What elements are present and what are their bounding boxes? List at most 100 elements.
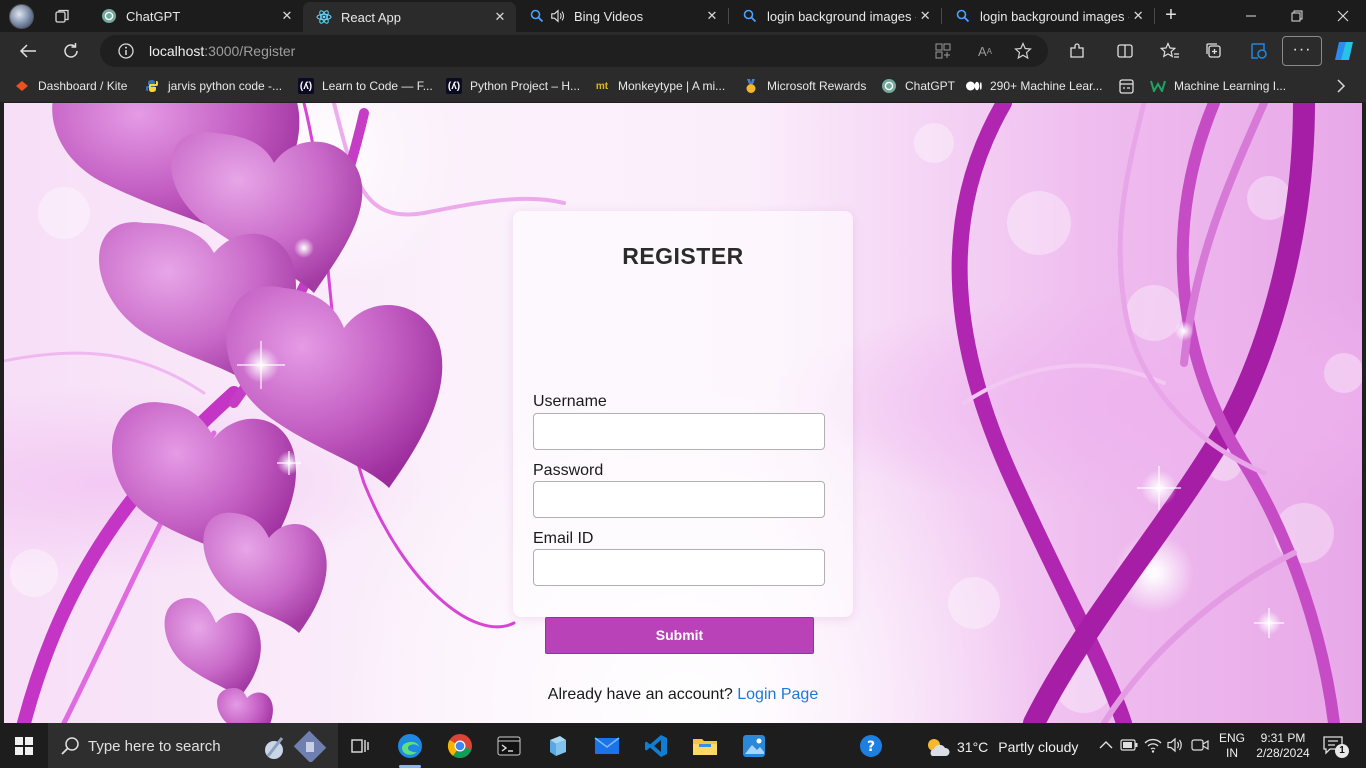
camera-icon — [1191, 739, 1209, 751]
favorite-app[interactable] — [1118, 78, 1142, 94]
page-viewport: REGISTER Username Password Email ID Subm… — [4, 103, 1362, 723]
weather-widget[interactable]: 31°C Partly cloudy — [924, 735, 1078, 759]
chevron-up-icon — [1099, 741, 1113, 749]
restore-button[interactable] — [1274, 0, 1320, 32]
favorite-label: Dashboard / Kite — [38, 79, 128, 93]
kite-icon — [14, 78, 30, 94]
url-text[interactable]: localhost:3000/Register — [149, 43, 295, 59]
close-window-button[interactable] — [1320, 0, 1366, 32]
favorite-machine-learning-i[interactable]: Machine Learning I... — [1150, 78, 1286, 94]
freecodecamp-icon: (ʎ) — [446, 78, 462, 94]
address-bar[interactable]: localhost:3000/Register AA — [100, 35, 1048, 67]
battery-icon — [1120, 739, 1138, 751]
favorite-star-icon[interactable] — [1014, 42, 1032, 60]
browser-essentials-button[interactable] — [1245, 39, 1271, 63]
favorite-label: Learn to Code — F... — [322, 79, 433, 93]
favorite-label: Microsoft Rewards — [767, 79, 867, 93]
password-input[interactable] — [533, 481, 825, 518]
profile-avatar[interactable] — [9, 4, 34, 29]
settings-more-button[interactable]: ··· — [1282, 36, 1322, 66]
favorite-chatgpt[interactable]: ChatGPT — [881, 78, 955, 94]
taskbar-chrome[interactable] — [445, 731, 475, 761]
speaker-icon[interactable] — [550, 8, 566, 24]
site-info-icon[interactable] — [118, 43, 134, 59]
read-aloud-icon[interactable]: AA — [976, 42, 994, 60]
python-icon — [144, 78, 160, 94]
battery-status[interactable] — [1119, 735, 1139, 755]
favorite-learn-to-code[interactable]: (ʎ) Learn to Code — F... — [298, 78, 433, 94]
login-prompt-text: Already have an account? — [547, 686, 733, 703]
favorite-label: Monkeytype | A mi... — [618, 79, 726, 93]
taskbar-edge[interactable] — [395, 731, 425, 761]
workspaces-icon[interactable] — [54, 8, 70, 24]
favorites-bar: Dashboard / Kite jarvis python code -...… — [0, 70, 1366, 102]
tab-chatgpt[interactable]: ChatGPT ✕ — [88, 0, 303, 32]
chevron-right-icon[interactable] — [1333, 78, 1349, 94]
favorite-python-project[interactable]: (ʎ) Python Project – H... — [446, 78, 580, 94]
login-page-link[interactable]: Login Page — [737, 686, 818, 703]
volume-control[interactable] — [1165, 735, 1185, 755]
refresh-button[interactable] — [58, 39, 84, 63]
folder-icon — [693, 739, 717, 755]
copilot-button[interactable] — [1330, 39, 1358, 63]
close-tab-icon[interactable]: ✕ — [490, 7, 510, 27]
mail-icon — [594, 737, 620, 754]
start-button[interactable] — [9, 731, 39, 761]
taskbar-photos[interactable] — [739, 731, 769, 761]
weather-temp: 31°C — [957, 739, 989, 755]
partly-cloudy-icon — [928, 739, 950, 756]
close-tab-icon[interactable]: ✕ — [702, 6, 722, 26]
tab-bing-videos[interactable]: Bing Videos ✕ — [516, 0, 728, 32]
browser-essentials-icon — [1251, 43, 1267, 59]
favorite-jarvis-python[interactable]: jarvis python code -... — [144, 78, 282, 94]
email-input[interactable] — [533, 549, 825, 586]
favorite-label: ChatGPT — [905, 79, 956, 93]
notification-center-button[interactable]: 1 — [1322, 735, 1349, 759]
favorite-machine-learning-290[interactable]: 290+ Machine Lear... — [966, 78, 1102, 94]
monkeytype-icon: mt — [595, 80, 609, 92]
meet-now-button[interactable] — [1190, 735, 1210, 755]
taskbar-search[interactable]: Type here to search — [48, 723, 338, 768]
taskbar-app-cube[interactable] — [543, 731, 573, 761]
username-input[interactable] — [533, 413, 825, 450]
back-button[interactable] — [15, 39, 41, 63]
tab-login-bg-2[interactable]: login background images - ✕ — [942, 0, 1154, 32]
favorite-microsoft-rewards[interactable]: Microsoft Rewards — [743, 78, 866, 94]
minimize-icon — [1246, 15, 1256, 17]
favorites-list-icon — [1160, 42, 1179, 58]
tab-label: React App — [341, 9, 401, 25]
taskbar-terminal[interactable] — [494, 731, 524, 761]
help-button[interactable]: ? — [856, 731, 886, 761]
input-language[interactable]: ENG IN — [1219, 731, 1245, 761]
close-tab-icon[interactable]: ✕ — [1129, 6, 1148, 26]
favorite-label: Python Project – H... — [470, 79, 581, 93]
taskbar-vscode[interactable] — [641, 731, 671, 761]
search-highlight-image — [265, 730, 327, 762]
clock[interactable]: 9:31 PM 2/28/2024 — [1248, 731, 1318, 761]
close-tab-icon[interactable]: ✕ — [916, 6, 935, 26]
submit-button[interactable]: Submit — [545, 617, 814, 654]
split-screen-button[interactable] — [1112, 39, 1138, 63]
new-tab-button[interactable]: + — [1160, 5, 1182, 26]
tab-label: login background images - — [980, 8, 1129, 24]
favorites-button[interactable] — [1157, 39, 1183, 63]
collections-button[interactable] — [1201, 39, 1227, 63]
task-view-button[interactable] — [345, 731, 375, 761]
search-icon — [742, 8, 758, 24]
favorite-monkeytype[interactable]: mt Monkeytype | A mi... — [594, 78, 725, 94]
taskbar-mail[interactable] — [592, 731, 622, 761]
extensions-button[interactable] — [1064, 39, 1090, 63]
show-hidden-icons[interactable] — [1096, 735, 1116, 755]
taskbar-file-explorer[interactable] — [690, 731, 720, 761]
minimize-button[interactable] — [1228, 0, 1274, 32]
tab-react-app[interactable]: React App ✕ — [303, 2, 516, 32]
network-status[interactable] — [1143, 735, 1163, 755]
tab-label: login background images - — [767, 8, 916, 24]
app-available-icon[interactable] — [934, 42, 952, 60]
close-tab-icon[interactable]: ✕ — [277, 6, 297, 26]
login-prompt: Already have an account? Login Page — [513, 686, 853, 704]
favorite-label: Machine Learning I... — [1174, 79, 1287, 93]
email-label: Email ID — [533, 530, 594, 547]
favorite-dashboard-kite[interactable]: Dashboard / Kite — [14, 78, 127, 94]
tab-login-bg-1[interactable]: login background images - ✕ — [729, 0, 941, 32]
